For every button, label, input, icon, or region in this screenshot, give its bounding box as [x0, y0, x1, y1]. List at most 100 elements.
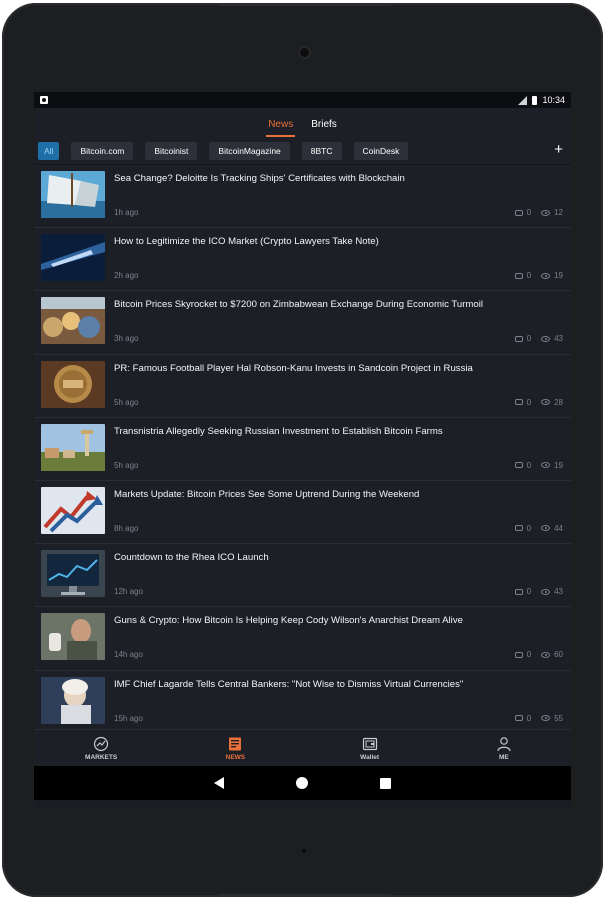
comment-count: 0 — [526, 397, 532, 407]
view-count: 60 — [554, 650, 563, 660]
views-icon — [541, 462, 551, 469]
news-item[interactable]: Markets Update: Bitcoin Prices See Some … — [34, 480, 571, 545]
system-navigation-bar — [34, 766, 571, 800]
view-count: 43 — [554, 587, 563, 597]
nav-me[interactable]: ME — [454, 736, 554, 761]
news-thumbnail — [41, 234, 105, 282]
views-icon — [541, 272, 551, 279]
news-time: 2h ago — [114, 271, 139, 281]
news-item[interactable]: Transnistria Allegedly Seeking Russian I… — [34, 417, 571, 481]
news-stats: 0 55 — [514, 713, 563, 723]
nav-wallet-label: Wallet — [360, 753, 380, 761]
monitor-chart-thumbnail — [41, 550, 105, 598]
comment-icon — [514, 462, 523, 469]
bottom-navigation: MARKETS NEWS Wallet ME — [34, 729, 571, 766]
nav-wallet[interactable]: Wallet — [320, 736, 420, 761]
comment-icon — [514, 209, 523, 216]
front-camera — [300, 48, 309, 57]
news-item[interactable]: Bitcoin Prices Skyrocket to $7200 on Zim… — [34, 291, 571, 355]
coin-thumbnail — [41, 360, 105, 408]
news-item[interactable]: Countdown to the Rhea ICO Launch 12h ago… — [34, 544, 571, 608]
news-stats: 0 12 — [514, 208, 563, 217]
news-title: Bitcoin Prices Skyrocket to $7200 on Zim… — [114, 299, 484, 311]
news-stats: 0 44 — [514, 523, 563, 533]
comment-icon — [514, 335, 523, 342]
nav-news[interactable]: NEWS — [185, 736, 285, 761]
news-time: 14h ago — [114, 650, 143, 660]
view-count: 28 — [554, 397, 563, 407]
view-count: 12 — [554, 208, 563, 217]
views-icon — [541, 715, 551, 721]
news-thumbnail — [41, 171, 105, 218]
comment-icon — [514, 651, 523, 658]
news-thumbnail — [41, 360, 105, 408]
wallet-icon — [362, 737, 377, 750]
add-source-icon[interactable]: + — [554, 142, 563, 158]
news-stats: 0 60 — [514, 650, 563, 660]
source-chip-bitcoinmagazine[interactable]: BitcoinMagazine — [209, 141, 290, 160]
news-stats: 0 28 — [514, 397, 563, 407]
speaker-thumbnail — [41, 676, 105, 724]
portrait-thumbnail — [41, 613, 105, 661]
recent-apps-icon[interactable] — [380, 777, 391, 789]
source-filter-bar: All Bitcoin.com Bitcoinist BitcoinMagazi… — [34, 137, 571, 165]
microphone — [302, 849, 306, 853]
nav-markets[interactable]: MARKETS — [51, 736, 151, 761]
comment-count: 0 — [526, 208, 532, 217]
news-title: Sea Change? Deloitte Is Tracking Ships' … — [114, 173, 405, 184]
comment-icon — [514, 399, 523, 406]
news-item[interactable]: Guns & Crypto: How Bitcoin Is Helping Ke… — [34, 607, 571, 671]
news-stats: 0 19 — [514, 461, 563, 470]
news-item[interactable]: PR: Famous Football Player Hal Robson-Ka… — [34, 354, 571, 418]
view-count: 19 — [554, 271, 563, 281]
tab-news[interactable]: News — [266, 119, 296, 137]
comment-icon — [514, 525, 523, 532]
signal-icon — [518, 95, 528, 105]
source-chip-coindesk[interactable]: CoinDesk — [353, 141, 409, 160]
news-title: Transnistria Allegedly Seeking Russian I… — [114, 425, 443, 437]
battery-icon — [532, 95, 538, 105]
news-item[interactable]: IMF Chief Lagarde Tells Central Bankers:… — [34, 670, 571, 729]
news-thumbnail — [41, 613, 105, 661]
news-time: 8h ago — [114, 523, 139, 533]
news-item[interactable]: Sea Change? Deloitte Is Tracking Ships' … — [34, 165, 571, 229]
news-title: Guns & Crypto: How Bitcoin Is Helping Ke… — [114, 615, 463, 627]
news-time: 3h ago — [114, 334, 139, 344]
news-item[interactable]: How to Legitimize the ICO Market (Crypto… — [34, 228, 571, 292]
city-tower-thumbnail — [41, 423, 105, 471]
profile-icon — [497, 736, 511, 751]
news-thumbnail — [41, 423, 105, 471]
news-stats: 0 43 — [514, 587, 563, 597]
views-icon — [541, 209, 551, 216]
view-count: 55 — [554, 713, 563, 723]
views-icon — [541, 399, 551, 406]
source-chip-bitcoin-com[interactable]: Bitcoin.com — [71, 141, 134, 160]
status-time: 10:34 — [542, 95, 565, 105]
news-feed: Sea Change? Deloitte Is Tracking Ships' … — [34, 165, 571, 729]
news-time: 1h ago — [114, 208, 139, 217]
comment-icon — [514, 588, 523, 595]
news-thumbnail — [41, 550, 105, 598]
ship-sail-thumbnail — [41, 171, 105, 218]
source-chip-all[interactable]: All — [38, 141, 60, 160]
nav-me-label: ME — [499, 753, 509, 761]
home-icon[interactable] — [296, 777, 308, 789]
tab-briefs[interactable]: Briefs — [309, 119, 339, 137]
views-icon — [541, 525, 551, 532]
news-icon — [229, 737, 242, 750]
notification-icon — [40, 96, 48, 104]
news-time: 12h ago — [114, 587, 143, 597]
news-stats: 0 43 — [514, 334, 563, 344]
comment-count: 0 — [526, 713, 532, 723]
comment-count: 0 — [526, 334, 532, 344]
comment-icon — [514, 272, 523, 279]
source-chip-8btc[interactable]: 8BTC — [301, 141, 342, 160]
news-time: 5h ago — [114, 460, 139, 470]
comment-count: 0 — [526, 650, 532, 660]
news-time: 15h ago — [114, 713, 143, 723]
top-tabs: News Briefs — [34, 108, 571, 137]
back-icon[interactable] — [214, 777, 224, 789]
light-streak-thumbnail — [41, 234, 105, 282]
source-chip-bitcoinist[interactable]: Bitcoinist — [145, 141, 198, 160]
comment-count: 0 — [526, 523, 532, 533]
